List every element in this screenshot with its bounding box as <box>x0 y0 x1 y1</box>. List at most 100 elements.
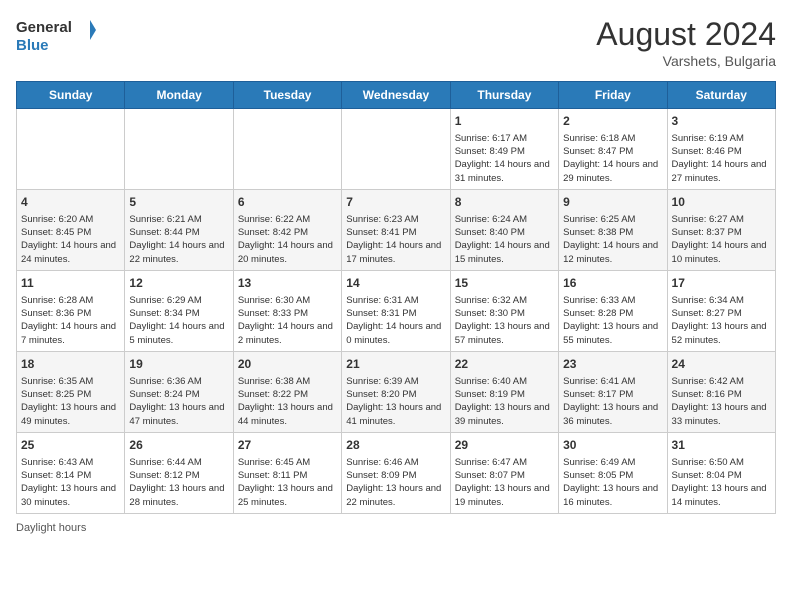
day-detail: Sunset: 8:45 PM <box>21 226 120 239</box>
calendar-cell: 14Sunrise: 6:31 AMSunset: 8:31 PMDayligh… <box>342 270 450 351</box>
day-number: 19 <box>129 356 228 373</box>
day-number: 9 <box>563 194 662 211</box>
day-number: 8 <box>455 194 554 211</box>
day-number: 3 <box>672 113 771 130</box>
calendar-cell: 18Sunrise: 6:35 AMSunset: 8:25 PMDayligh… <box>17 351 125 432</box>
day-detail: Sunrise: 6:36 AM <box>129 375 228 388</box>
day-detail: Sunset: 8:44 PM <box>129 226 228 239</box>
day-detail: Sunrise: 6:24 AM <box>455 213 554 226</box>
day-detail: Daylight: 13 hours and 57 minutes. <box>455 320 554 347</box>
calendar-cell: 28Sunrise: 6:46 AMSunset: 8:09 PMDayligh… <box>342 432 450 513</box>
day-detail: Sunrise: 6:32 AM <box>455 294 554 307</box>
calendar-cell: 2Sunrise: 6:18 AMSunset: 8:47 PMDaylight… <box>559 109 667 190</box>
day-number: 16 <box>563 275 662 292</box>
day-number: 31 <box>672 437 771 454</box>
day-detail: Sunset: 8:47 PM <box>563 145 662 158</box>
calendar-cell: 20Sunrise: 6:38 AMSunset: 8:22 PMDayligh… <box>233 351 341 432</box>
day-detail: Sunrise: 6:19 AM <box>672 132 771 145</box>
day-detail: Sunrise: 6:27 AM <box>672 213 771 226</box>
day-number: 15 <box>455 275 554 292</box>
day-detail: Daylight: 13 hours and 25 minutes. <box>238 482 337 509</box>
day-detail: Sunrise: 6:44 AM <box>129 456 228 469</box>
day-detail: Sunset: 8:38 PM <box>563 226 662 239</box>
day-number: 23 <box>563 356 662 373</box>
day-detail: Sunrise: 6:35 AM <box>21 375 120 388</box>
calendar-cell: 23Sunrise: 6:41 AMSunset: 8:17 PMDayligh… <box>559 351 667 432</box>
day-detail: Daylight: 14 hours and 17 minutes. <box>346 239 445 266</box>
day-detail: Sunrise: 6:28 AM <box>21 294 120 307</box>
day-detail: Daylight: 14 hours and 31 minutes. <box>455 158 554 185</box>
location-subtitle: Varshets, Bulgaria <box>596 53 776 69</box>
day-detail: Sunset: 8:30 PM <box>455 307 554 320</box>
day-detail: Daylight: 13 hours and 22 minutes. <box>346 482 445 509</box>
day-detail: Sunset: 8:37 PM <box>672 226 771 239</box>
day-detail: Sunset: 8:31 PM <box>346 307 445 320</box>
logo: General Blue <box>16 16 96 58</box>
calendar-cell: 22Sunrise: 6:40 AMSunset: 8:19 PMDayligh… <box>450 351 558 432</box>
week-row-2: 4Sunrise: 6:20 AMSunset: 8:45 PMDaylight… <box>17 189 776 270</box>
day-detail: Sunrise: 6:49 AM <box>563 456 662 469</box>
day-number: 26 <box>129 437 228 454</box>
day-number: 20 <box>238 356 337 373</box>
day-detail: Daylight: 14 hours and 24 minutes. <box>21 239 120 266</box>
day-header-thursday: Thursday <box>450 82 558 109</box>
day-number: 29 <box>455 437 554 454</box>
day-header-saturday: Saturday <box>667 82 775 109</box>
calendar-cell: 31Sunrise: 6:50 AMSunset: 8:04 PMDayligh… <box>667 432 775 513</box>
day-number: 12 <box>129 275 228 292</box>
day-detail: Daylight: 13 hours and 16 minutes. <box>563 482 662 509</box>
day-number: 18 <box>21 356 120 373</box>
calendar-cell: 27Sunrise: 6:45 AMSunset: 8:11 PMDayligh… <box>233 432 341 513</box>
day-detail: Daylight: 14 hours and 7 minutes. <box>21 320 120 347</box>
day-number: 17 <box>672 275 771 292</box>
day-detail: Sunrise: 6:42 AM <box>672 375 771 388</box>
day-number: 1 <box>455 113 554 130</box>
day-detail: Daylight: 14 hours and 15 minutes. <box>455 239 554 266</box>
day-detail: Sunrise: 6:31 AM <box>346 294 445 307</box>
calendar-cell: 6Sunrise: 6:22 AMSunset: 8:42 PMDaylight… <box>233 189 341 270</box>
day-number: 22 <box>455 356 554 373</box>
day-detail: Sunset: 8:24 PM <box>129 388 228 401</box>
day-number: 10 <box>672 194 771 211</box>
day-detail: Sunrise: 6:45 AM <box>238 456 337 469</box>
day-detail: Sunrise: 6:20 AM <box>21 213 120 226</box>
calendar-cell: 16Sunrise: 6:33 AMSunset: 8:28 PMDayligh… <box>559 270 667 351</box>
day-detail: Sunset: 8:28 PM <box>563 307 662 320</box>
day-detail: Sunset: 8:12 PM <box>129 469 228 482</box>
day-detail: Daylight: 13 hours and 55 minutes. <box>563 320 662 347</box>
logo-icon: General Blue <box>16 16 96 58</box>
calendar-cell: 17Sunrise: 6:34 AMSunset: 8:27 PMDayligh… <box>667 270 775 351</box>
day-number: 11 <box>21 275 120 292</box>
days-header-row: SundayMondayTuesdayWednesdayThursdayFrid… <box>17 82 776 109</box>
day-detail: Sunrise: 6:50 AM <box>672 456 771 469</box>
day-detail: Daylight: 13 hours and 44 minutes. <box>238 401 337 428</box>
calendar-cell: 12Sunrise: 6:29 AMSunset: 8:34 PMDayligh… <box>125 270 233 351</box>
calendar-cell: 30Sunrise: 6:49 AMSunset: 8:05 PMDayligh… <box>559 432 667 513</box>
calendar-cell: 8 Sunrise: 6:24 AMSunset: 8:40 PMDaylight… <box>450 189 558 270</box>
day-number: 25 <box>21 437 120 454</box>
calendar-cell: 29Sunrise: 6:47 AMSunset: 8:07 PMDayligh… <box>450 432 558 513</box>
month-year-title: August 2024 <box>596 16 776 53</box>
day-detail: Sunset: 8:40 PM <box>455 226 554 239</box>
calendar-cell: 24Sunrise: 6:42 AMSunset: 8:16 PMDayligh… <box>667 351 775 432</box>
day-detail: Sunrise: 6:41 AM <box>563 375 662 388</box>
day-detail: Sunset: 8:49 PM <box>455 145 554 158</box>
day-detail: Sunset: 8:07 PM <box>455 469 554 482</box>
day-detail: Sunset: 8:36 PM <box>21 307 120 320</box>
day-detail: Sunrise: 6:40 AM <box>455 375 554 388</box>
svg-text:Blue: Blue <box>16 37 49 54</box>
day-detail: Sunrise: 6:22 AM <box>238 213 337 226</box>
calendar-cell: 5Sunrise: 6:21 AMSunset: 8:44 PMDaylight… <box>125 189 233 270</box>
day-header-monday: Monday <box>125 82 233 109</box>
day-header-sunday: Sunday <box>17 82 125 109</box>
day-number: 2 <box>563 113 662 130</box>
day-detail: Sunset: 8:04 PM <box>672 469 771 482</box>
day-detail: Sunset: 8:11 PM <box>238 469 337 482</box>
day-detail: Sunset: 8:25 PM <box>21 388 120 401</box>
calendar-cell: 11 Sunrise: 6:28 AMSunset: 8:36 PMDayligh… <box>17 270 125 351</box>
week-row-1: 1Sunrise: 6:17 AMSunset: 8:49 PMDaylight… <box>17 109 776 190</box>
week-row-5: 25Sunrise: 6:43 AMSunset: 8:14 PMDayligh… <box>17 432 776 513</box>
day-detail: Daylight: 14 hours and 2 minutes. <box>238 320 337 347</box>
day-detail: Daylight: 14 hours and 10 minutes. <box>672 239 771 266</box>
day-detail: Sunrise: 6:39 AM <box>346 375 445 388</box>
